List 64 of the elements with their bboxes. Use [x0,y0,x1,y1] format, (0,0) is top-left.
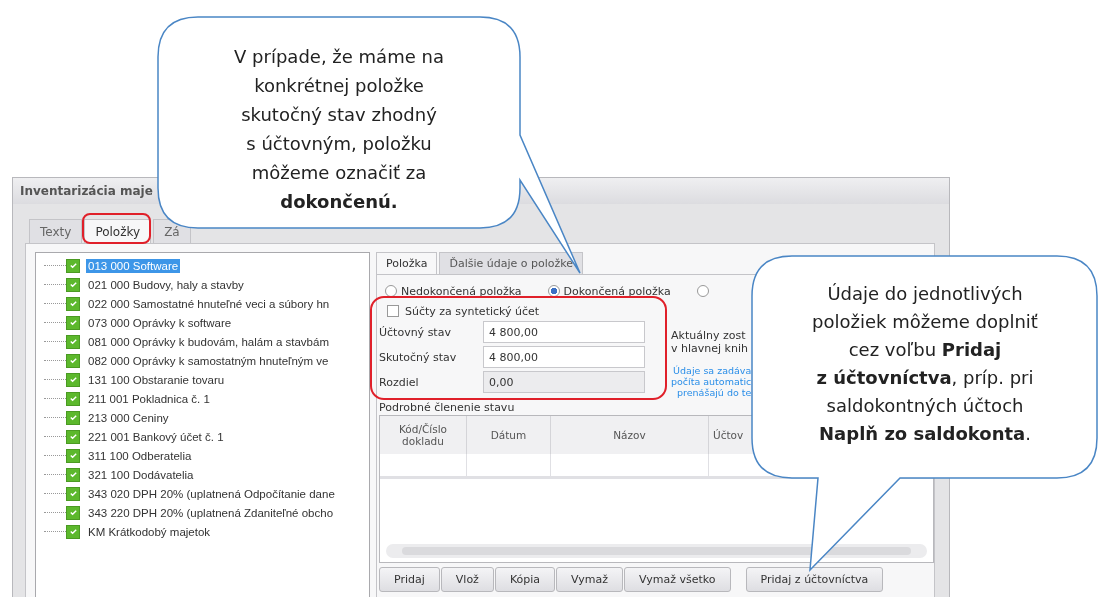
horizontal-scrollbar[interactable] [386,544,927,558]
hint-text: prenášajú do te [676,387,752,398]
checkbox[interactable] [387,305,399,317]
checkbox[interactable] [66,486,80,501]
tree-item[interactable]: 221 001 Bankový účet č. 1 [86,429,226,444]
checkbox[interactable] [66,353,80,368]
checkbox[interactable] [66,277,80,292]
input-field[interactable]: 4 800,00 [483,346,645,368]
field-label: Rozdiel [379,375,420,389]
tab[interactable]: Položky [84,219,152,243]
tree-item[interactable]: 131 100 Obstaranie tovaru [86,372,227,387]
tree-item[interactable]: 073 000 Oprávky k software [86,315,234,330]
checkbox[interactable] [66,429,80,444]
radio-label: Dokončená položka [563,284,671,298]
action-button[interactable]: Vymaž všetko [624,567,731,592]
tree-item[interactable]: 081 000 Oprávky k budovám, halám a stavbám [86,334,331,349]
action-button[interactable]: Pridaj [379,567,440,592]
hint-text: Údaje sa zadáva [672,365,752,376]
tree-item[interactable]: 022 000 Samostatné hnuteľné veci a súbory hn [86,296,332,311]
checkbox[interactable] [66,334,80,349]
tree-item[interactable]: 213 000 Ceniny [86,410,171,425]
highlight-frame [82,213,151,244]
window-title: Inventarizácia maje [20,184,153,198]
tree-item[interactable]: 311 100 Odberatelia [86,448,194,463]
column-header: Názov [551,416,709,454]
checkbox[interactable] [66,296,80,311]
tab[interactable]: Texty [29,219,83,243]
tab[interactable]: Položka [376,252,438,274]
tree-item[interactable]: 211 001 Pokladnica č. 1 [86,391,212,406]
hint-text: počíta automatic [671,376,752,387]
action-button[interactable]: Vlož [440,567,494,592]
checkbox-label: Súčty za syntetický účet [405,304,540,318]
info-text: Aktuálny zost [671,329,747,342]
checkbox[interactable] [66,448,80,463]
checkbox[interactable] [66,467,80,482]
field-label: Účtovný stav [379,325,452,339]
checkbox[interactable] [66,524,80,539]
radio-button[interactable] [547,285,560,297]
tree-item[interactable]: 343 020 DPH 20% (uplatnená Odpočítanie dane [86,486,337,501]
checkbox[interactable] [66,410,80,425]
column-header: Dátum [467,416,551,454]
checkbox[interactable] [66,505,80,520]
radio-button[interactable] [385,285,397,297]
tree-item[interactable]: KM Krátkodobý majetok [86,524,213,539]
action-button[interactable]: Kópia [494,567,556,592]
tree-item[interactable]: 082 000 Oprávky k samostatným hnuteľným ve [86,353,331,368]
checkbox[interactable] [66,372,80,387]
tree-item[interactable]: 021 000 Budovy, haly a stavby [86,277,246,292]
checkbox[interactable] [66,315,80,330]
input-field: 0,00 [483,371,645,393]
tab[interactable]: Ďalšie údaje o položke [439,252,584,274]
section-label: Podrobné členenie stavu [379,401,515,415]
checkbox[interactable] [66,258,80,273]
field-label: Skutočný stav [379,350,458,364]
action-button[interactable]: Vymaž [556,567,624,592]
radio-button[interactable] [696,285,709,297]
action-button[interactable]: Pridaj z účtovníctva [745,567,884,592]
radio-label: Nedokončená položka [401,284,522,298]
tree-item[interactable]: 321 100 Dodávatelia [86,467,196,482]
column-header: Kód/Číslo dokladu [380,416,467,454]
info-text: v hlavnej knih [671,342,749,355]
input-field[interactable]: 4 800,00 [483,321,645,343]
tree-item[interactable]: 343 220 DPH 20% (uplatnená Zdaniteľné obcho [86,505,336,520]
checkbox[interactable] [66,391,80,406]
